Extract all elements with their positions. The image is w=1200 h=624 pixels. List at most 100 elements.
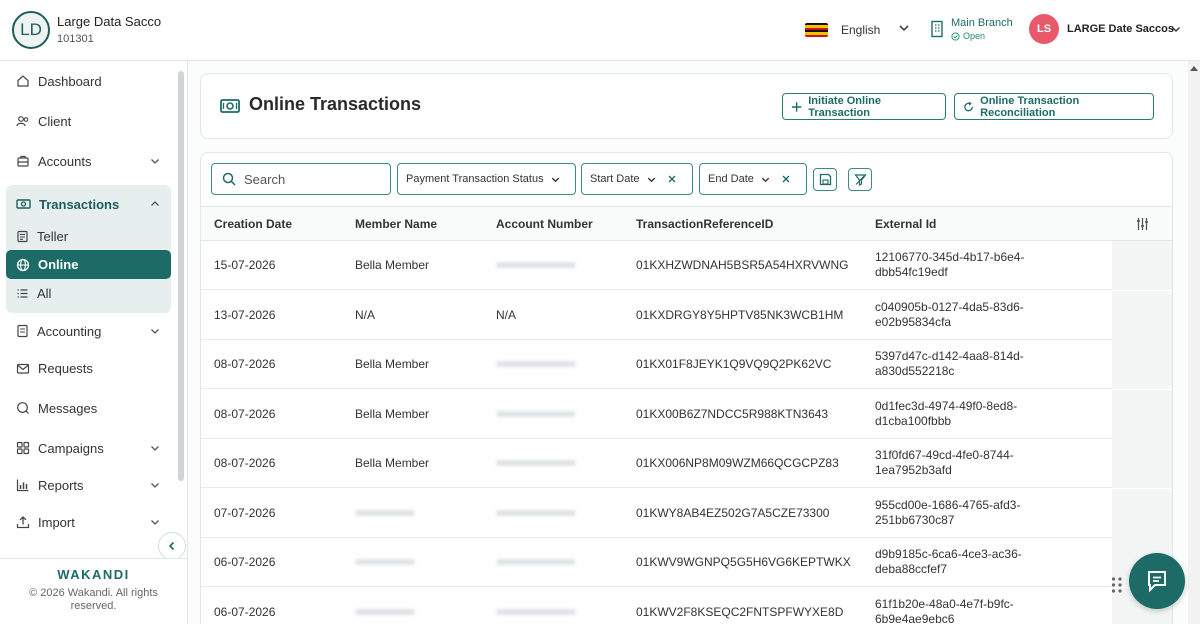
sidebar-item-reports[interactable]: Reports (6, 470, 171, 500)
sidebar-item-accounts[interactable]: Accounts (6, 146, 171, 176)
page-title: Online Transactions (249, 94, 422, 114)
main-content: Online Transactions Initiate Online Tran… (188, 61, 1188, 624)
table-row[interactable]: 08-07-2026 Bella Member 01KX00B6Z7NDCC5R… (201, 390, 1172, 439)
org-name: Large Data Sacco (57, 14, 162, 29)
table-row[interactable]: 15-07-2026 Bella Member 01KXHZWDNAH5BSR5… (201, 241, 1172, 290)
cell-reference: 01KWV2F8KSEQC2FNTSPFWYXE8D (636, 605, 844, 619)
sidebar-item-requests[interactable]: Requests (6, 353, 171, 383)
chevron-down-icon (151, 329, 159, 334)
column-settings-icon[interactable] (1136, 217, 1149, 231)
table-row[interactable]: 06-07-2026 01KWV2F8KSEQC2FNTSPFWYXE8D 61… (201, 588, 1172, 624)
chevron-down-icon (647, 177, 655, 182)
copyright-text: © 2026 Wakandi. All rights reserved. (29, 587, 158, 612)
org-code: 101301 (57, 33, 94, 45)
sidebar-item-import[interactable]: Import (6, 507, 171, 537)
redacted-account (496, 510, 576, 516)
user-menu-name[interactable]: LARGE Date Saccos (1067, 23, 1174, 35)
cell-member: Bella Member (355, 357, 430, 371)
bar-chart-icon (16, 479, 29, 492)
clear-filters-button[interactable] (848, 168, 872, 191)
column-transaction-reference-id[interactable]: TransactionReferenceID (636, 217, 773, 231)
sidebar-item-teller[interactable]: Teller (6, 224, 171, 248)
filter-off-icon (853, 174, 867, 186)
column-member-name[interactable]: Member Name (355, 217, 437, 231)
sidebar-item-campaigns[interactable]: Campaigns (6, 433, 171, 463)
redacted-member (355, 510, 415, 516)
sidebar-item-dashboard[interactable]: Dashboard (6, 66, 171, 96)
page-scrollbar[interactable] (1188, 61, 1200, 624)
search-icon (222, 172, 236, 186)
table-row[interactable]: 06-07-2026 01KWV9WGNPQ5G5H6VG6KEPTWKX d9… (201, 538, 1172, 587)
table-row[interactable]: 07-07-2026 01KWY8AB4EZ502G7A5CZE73300 95… (201, 489, 1172, 538)
plus-icon (791, 101, 802, 112)
start-date-filter[interactable]: Start Date (581, 163, 693, 195)
language-selector[interactable]: English (841, 23, 880, 37)
branch-name[interactable]: Main Branch (951, 17, 1013, 29)
chat-bubble-icon (1148, 571, 1166, 593)
page-header-card: Online Transactions Initiate Online Tran… (200, 73, 1173, 139)
chevron-down-icon (151, 159, 159, 164)
redacted-member (355, 559, 415, 565)
sidebar-item-client[interactable]: Client (6, 106, 171, 136)
brand-logo: WAKANDI (57, 567, 130, 582)
bank-icon (17, 155, 29, 167)
redacted-account (496, 559, 576, 565)
user-avatar[interactable]: LS (1029, 14, 1059, 44)
sidebar-item-transactions[interactable]: Transactions (6, 189, 171, 219)
table-row[interactable]: 08-07-2026 Bella Member 01KX01F8JEYK1Q9V… (201, 340, 1172, 389)
end-date-filter[interactable]: End Date (699, 163, 807, 195)
cell-date: 06-07-2026 (214, 605, 276, 619)
chevron-down-icon (761, 177, 770, 182)
search-box[interactable] (211, 163, 391, 195)
chevron-down-icon (151, 446, 159, 451)
cell-external-id: 0d1fec3d-4974-49f0-8ed8- d1cba100fbbb (875, 399, 1018, 428)
payment-status-filter[interactable]: Payment Transaction Status (397, 163, 576, 195)
mail-icon (16, 363, 30, 374)
redacted-account (496, 411, 576, 417)
org-avatar[interactable]: LD (12, 11, 50, 49)
collapse-sidebar-button[interactable] (158, 532, 186, 560)
cell-external-id: 5397d47c-d142-4aa8-814d-a830d552218c (875, 349, 1024, 378)
cell-external-id: 12106770-345d-4b17-b6e4- dbb54fc19edf (875, 250, 1025, 279)
table-row[interactable]: 13-07-2026 N/A N/A 01KXDRGY8Y5HPTV85NK3W… (201, 291, 1172, 340)
cell-reference: 01KWY8AB4EZ502G7A5CZE73300 (636, 506, 830, 520)
check-circle-icon (951, 31, 960, 41)
chevron-down-icon (151, 520, 159, 525)
sidebar-item-messages[interactable]: Messages (6, 393, 171, 423)
chat-support-button[interactable] (1129, 553, 1185, 609)
scroll-up-icon[interactable] (1190, 65, 1198, 71)
save-filter-button[interactable] (813, 168, 837, 191)
redacted-account (496, 361, 576, 367)
cell-reference: 01KXHZWDNAH5BSR5A54HXRVWNG (636, 258, 849, 272)
uganda-flag-icon (805, 23, 828, 37)
chevron-down-icon[interactable] (1170, 23, 1182, 35)
column-external-id[interactable]: External Id (875, 217, 936, 231)
redacted-member (355, 609, 415, 615)
reconciliation-button[interactable]: Online Transaction Reconciliation (954, 93, 1154, 120)
redacted-account (496, 262, 576, 268)
table-row[interactable]: 08-07-2026 Bella Member 01KX006NP8M09WZM… (201, 439, 1172, 488)
clear-icon[interactable] (781, 174, 791, 184)
save-icon (819, 173, 831, 186)
sidebar: Dashboard Client Accounts Transactions T… (0, 61, 188, 624)
sidebar-item-online[interactable]: Online (6, 250, 171, 279)
search-input[interactable] (244, 171, 374, 187)
chevron-down-icon[interactable] (897, 21, 911, 35)
column-creation-date[interactable]: Creation Date (214, 217, 292, 231)
chevron-down-icon (551, 177, 559, 182)
sidebar-scrollbar[interactable] (178, 71, 184, 481)
clear-icon[interactable] (667, 174, 677, 184)
sidebar-item-accounting[interactable]: Accounting (6, 316, 171, 346)
list-icon (17, 288, 28, 298)
sidebar-item-all[interactable]: All (6, 281, 171, 305)
drag-handle-icon[interactable] (1111, 576, 1123, 594)
cell-date: 08-07-2026 (214, 456, 276, 470)
column-account-number[interactable]: Account Number (496, 217, 593, 231)
cell-date: 08-07-2026 (214, 407, 276, 421)
cell-member: Bella Member (355, 407, 430, 421)
initiate-online-transaction-button[interactable]: Initiate Online Transaction (782, 93, 946, 120)
cell-external-id: 31f0fd67-49cd-4fe0-8744- 1ea7952b3afd (875, 448, 1014, 477)
redacted-account (496, 609, 576, 615)
grid-icon (16, 441, 30, 455)
cell-date: 15-07-2026 (214, 258, 276, 272)
